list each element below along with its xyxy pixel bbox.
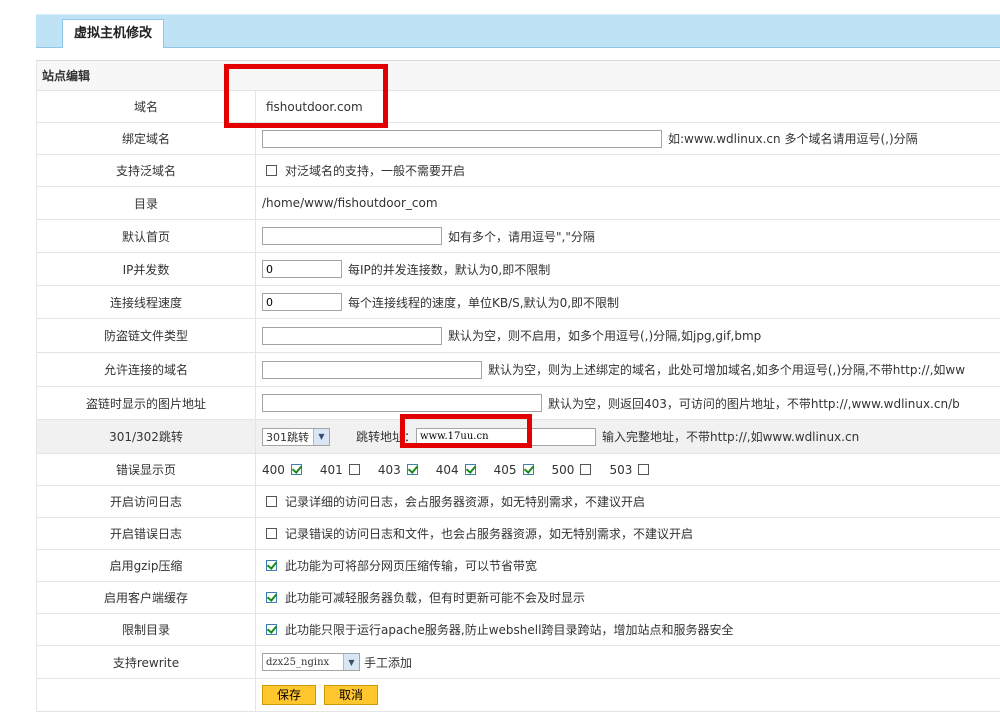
rewrite-select[interactable]: dzx25_nginx ▼ xyxy=(262,653,360,671)
error-log-text: 记录错误的访问日志和文件，也会占服务器资源，如无特别需求，不建议开启 xyxy=(285,527,694,541)
error-code-label: 400 xyxy=(262,462,285,477)
row-error-log: 开启错误日志 记录错误的访问日志和文件，也会占服务器资源，如无特别需求，不建议开… xyxy=(36,518,1000,550)
redirect-addr-label: 跳转地址： xyxy=(356,430,417,444)
limit-dir-checkbox[interactable] xyxy=(266,624,277,635)
row-index: 默认首页 如有多个，请用逗号","分隔 xyxy=(36,220,1000,253)
error-code-label: 403 xyxy=(377,462,401,477)
error-code-label: 404 xyxy=(435,462,459,477)
error-code-label: 503 xyxy=(609,462,633,477)
wildcard-text: 对泛域名的支持，一般不需要开启 xyxy=(285,164,466,178)
redirect-addr-input[interactable] xyxy=(416,427,597,446)
label-wildcard: 支持泛域名 xyxy=(37,155,256,186)
error-log-checkbox[interactable] xyxy=(266,528,277,539)
row-dir: 目录 /home/www/fishoutdoor_com xyxy=(36,187,1000,220)
error-code-checkbox[interactable] xyxy=(406,464,418,475)
error-code-checkbox[interactable] xyxy=(522,464,534,475)
row-wildcard: 支持泛域名 对泛域名的支持，一般不需要开启 xyxy=(36,155,1000,187)
row-bind-domain: 绑定域名 如:www.wdlinux.cn 多个域名请用逗号(,)分隔 xyxy=(36,123,1000,155)
label-error-pages: 错误显示页 xyxy=(37,454,256,485)
label-limit-dir: 限制目录 xyxy=(37,614,256,645)
row-hotlink-types: 防盗链文件类型 默认为空，则不启用，如多个用逗号(,)分隔,如jpg,gif,b… xyxy=(36,319,1000,353)
label-allowed-domains: 允许连接的域名 xyxy=(37,353,256,386)
label-index: 默认首页 xyxy=(37,220,256,252)
bind-domain-hint: 如:www.wdlinux.cn 多个域名请用逗号(,)分隔 xyxy=(668,132,918,146)
index-hint: 如有多个，请用逗号","分隔 xyxy=(448,229,595,244)
row-buttons: 保存 取消 xyxy=(36,679,1000,712)
label-gzip: 启用gzip压缩 xyxy=(37,550,256,581)
error-code-label: 401 xyxy=(319,462,343,477)
allowed-domains-hint: 默认为空，则为上述绑定的域名，此处可增加域名,如多个用逗号(,)分隔,不带htt… xyxy=(488,363,966,377)
label-domain: 域名 xyxy=(37,91,256,122)
row-ip-conn: IP并发数 每IP的并发连接数，默认为0,即不限制 xyxy=(36,253,1000,286)
label-dir: 目录 xyxy=(37,187,256,219)
chevron-down-icon: ▼ xyxy=(343,654,359,670)
bind-domain-input[interactable] xyxy=(262,129,662,148)
access-log-text: 记录详细的访问日志，会占服务器资源，如无特别需求，不建议开启 xyxy=(285,495,646,509)
label-hotlink-types: 防盗链文件类型 xyxy=(37,319,256,352)
site-edit-form: 站点编辑 域名 fishoutdoor.com 绑定域名 如:www.wdlin… xyxy=(36,60,1000,712)
wildcard-checkbox[interactable] xyxy=(266,165,277,176)
ip-conn-hint: 每IP的并发连接数，默认为0,即不限制 xyxy=(348,262,551,277)
row-redirect: 301/302跳转 301跳转▼ 跳转地址： 输入完整地址，不带http://,… xyxy=(36,420,1000,454)
access-log-checkbox[interactable] xyxy=(266,496,277,507)
row-access-log: 开启访问日志 记录详细的访问日志，会占服务器资源，如无特别需求，不建议开启 xyxy=(36,486,1000,518)
error-code-checkbox[interactable] xyxy=(290,464,302,475)
domain-value: fishoutdoor.com xyxy=(266,99,363,114)
ip-conn-input[interactable] xyxy=(262,260,342,278)
label-conn-speed: 连接线程速度 xyxy=(37,286,256,318)
tab-edit-vhost[interactable]: 虚拟主机修改 xyxy=(62,19,165,48)
cancel-button[interactable]: 取消 xyxy=(324,685,379,705)
error-codes: 400 401 403 404 405 500 503 xyxy=(256,454,1000,485)
error-code-checkbox[interactable] xyxy=(638,464,650,475)
error-code-label: 500 xyxy=(551,462,575,477)
row-conn-speed: 连接线程速度 每个连接线程的速度，单位KB/S,默认为0,即不限制 xyxy=(36,286,1000,319)
limit-dir-text: 此功能只限于运行apache服务器,防止webshell跨目录跨站，增加站点和服… xyxy=(285,623,734,637)
rewrite-text: 手工添加 xyxy=(364,655,413,670)
label-ip-conn: IP并发数 xyxy=(37,253,256,285)
allowed-domains-input[interactable] xyxy=(262,360,482,379)
hotlink-image-input[interactable] xyxy=(262,394,542,412)
client-cache-checkbox[interactable] xyxy=(266,592,277,603)
error-code-checkbox[interactable] xyxy=(580,464,592,475)
label-access-log: 开启访问日志 xyxy=(37,486,256,517)
gzip-text: 此功能为可将部分网页压缩传输，可以节省带宽 xyxy=(285,559,538,573)
label-client-cache: 启用客户端缓存 xyxy=(37,582,256,613)
section-title: 站点编辑 xyxy=(42,69,91,83)
row-gzip: 启用gzip压缩 此功能为可将部分网页压缩传输，可以节省带宽 xyxy=(36,550,1000,582)
section-header: 站点编辑 xyxy=(36,61,1000,91)
save-button[interactable]: 保存 xyxy=(262,685,317,705)
row-hotlink-image: 盗链时显示的图片地址 默认为空，则返回403，可访问的图片地址，不带http:/… xyxy=(36,387,1000,420)
conn-speed-input[interactable] xyxy=(262,293,342,311)
hotlink-types-input[interactable] xyxy=(262,326,442,345)
row-domain: 域名 fishoutdoor.com xyxy=(36,91,1000,123)
label-rewrite: 支持rewrite xyxy=(37,646,256,678)
gzip-checkbox[interactable] xyxy=(266,560,277,571)
index-input[interactable] xyxy=(262,227,442,245)
hotlink-image-hint: 默认为空，则返回403，可访问的图片地址，不带http://,www.wdlin… xyxy=(548,396,960,411)
label-redirect: 301/302跳转 xyxy=(37,420,256,453)
redirect-hint: 输入完整地址，不带http://,如www.wdlinux.cn xyxy=(602,430,860,444)
row-allowed-domains: 允许连接的域名 默认为空，则为上述绑定的域名，此处可增加域名,如多个用逗号(,)… xyxy=(36,353,1000,387)
conn-speed-hint: 每个连接线程的速度，单位KB/S,默认为0,即不限制 xyxy=(348,295,620,310)
error-code-label: 405 xyxy=(493,462,517,477)
dir-value: /home/www/fishoutdoor_com xyxy=(262,196,438,210)
header-bar: 虚拟主机修改 xyxy=(36,14,1000,48)
label-error-log: 开启错误日志 xyxy=(37,518,256,549)
row-error-pages: 错误显示页 400 401 403 404 405 500 503 xyxy=(36,454,1000,486)
error-code-checkbox[interactable] xyxy=(464,464,476,475)
redirect-select[interactable]: 301跳转 ▼ xyxy=(262,427,330,446)
label-hotlink-image: 盗链时显示的图片地址 xyxy=(37,387,256,419)
row-limit-dir: 限制目录 此功能只限于运行apache服务器,防止webshell跨目录跨站，增… xyxy=(36,614,1000,646)
hotlink-types-hint: 默认为空，则不启用，如多个用逗号(,)分隔,如jpg,gif,bmp xyxy=(448,329,762,343)
row-rewrite: 支持rewrite dzx25_nginx ▼ 手工添加 xyxy=(36,646,1000,679)
row-client-cache: 启用客户端缓存 此功能可减轻服务器负载，但有时更新可能不会及时显示 xyxy=(36,582,1000,614)
label-bind-domain: 绑定域名 xyxy=(37,123,256,154)
chevron-down-icon: ▼ xyxy=(313,428,329,445)
client-cache-text: 此功能可减轻服务器负载，但有时更新可能不会及时显示 xyxy=(285,591,586,605)
error-code-checkbox[interactable] xyxy=(348,464,360,475)
